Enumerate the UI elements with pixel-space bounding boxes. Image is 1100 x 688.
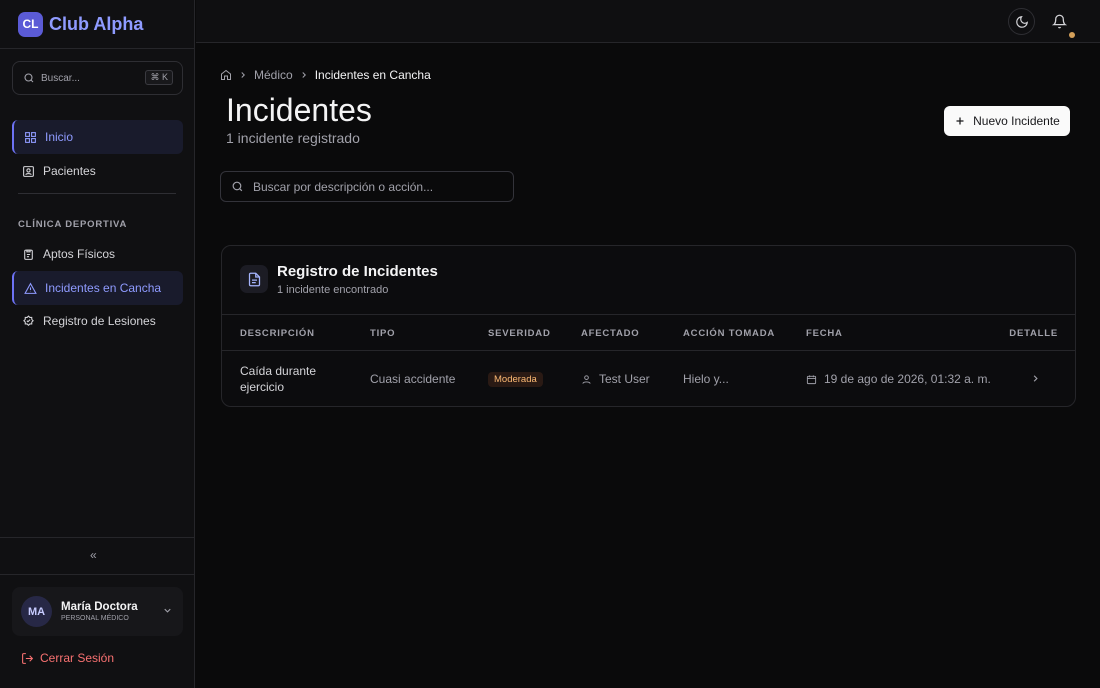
sidebar-search-placeholder: Buscar... [41, 72, 80, 84]
theme-toggle-button[interactable] [1008, 8, 1035, 35]
cell-descripcion-line: Caída durante [240, 364, 317, 378]
brand-name: Club Alpha [49, 13, 144, 34]
alert-triangle-icon [24, 282, 37, 294]
chevron-right-icon [1033, 375, 1038, 382]
breadcrumb-item[interactable]: Médico [254, 68, 293, 82]
topbar [196, 0, 1100, 43]
cell-fecha: 19 de ago de 2026, 01:32 a. m. [806, 372, 991, 386]
user-name: María Doctora [61, 601, 138, 613]
calendar-icon [806, 374, 817, 384]
new-incident-button[interactable]: Nuevo Incidente [944, 106, 1070, 136]
notifications-button[interactable] [1048, 10, 1070, 32]
chevron-right-icon [241, 72, 245, 78]
home-icon[interactable] [220, 69, 232, 81]
user-menu[interactable]: MA María Doctora PERSONAL MÉDICO [12, 587, 183, 636]
card-subtitle: 1 incidente encontrado [277, 284, 389, 296]
search-icon [232, 181, 243, 192]
page-subtitle: 1 incidente registrado [226, 130, 360, 146]
cell-descripcion: Caída durante ejercicio [240, 364, 316, 395]
page-title: Incidentes [226, 92, 372, 128]
sidebar-search[interactable]: Buscar... ⌘ K [12, 61, 183, 95]
incidents-card: Registro de Incidentes 1 incidente encon… [221, 245, 1076, 407]
logout-button[interactable]: Cerrar Sesión [21, 651, 114, 665]
bell-icon [1051, 14, 1067, 28]
sidebar: CL Club Alpha Buscar... ⌘ K Inicio Pacie… [0, 0, 195, 688]
sidebar-item-label: Incidentes en Cancha [45, 281, 162, 295]
chevron-down-icon [164, 608, 171, 613]
cell-descripcion-line: ejercicio [240, 379, 285, 394]
breadcrumb: Médico Incidentes en Cancha [220, 68, 431, 82]
collapse-sidebar-button[interactable]: « [90, 548, 97, 562]
clipboard-icon [24, 249, 33, 260]
logout-icon [22, 652, 34, 664]
column-header: DESCRIPCIÓN [240, 328, 315, 339]
new-incident-label: Nuevo Incidente [973, 114, 1060, 128]
sidebar-item-pacientes[interactable]: Pacientes [12, 154, 183, 188]
badge-icon [23, 314, 34, 326]
sidebar-item-aptos[interactable]: Aptos Físicos [12, 237, 183, 271]
search-placeholder: Buscar por descripción o acción... [253, 179, 434, 194]
table-row[interactable]: Caída durante ejercicio Cuasi accidente … [222, 351, 1075, 406]
sidebar-item-label: Inicio [45, 130, 74, 144]
section-label: CLÍNICA DEPORTIVA [18, 219, 128, 230]
column-header: DETALLE [1009, 328, 1058, 339]
chevron-right-icon [302, 72, 306, 78]
user-icon [582, 374, 591, 384]
column-header: ACCIÓN TOMADA [683, 328, 776, 339]
card-title: Registro de Incidentes [277, 263, 438, 280]
affected-user: Test User [599, 372, 650, 386]
sidebar-item-label: Aptos Físicos [43, 247, 116, 261]
severity-badge: Moderada [488, 372, 543, 387]
nav-divider [18, 193, 176, 194]
plus-icon [956, 117, 964, 125]
grid-icon [25, 131, 36, 143]
notification-dot [1069, 32, 1075, 38]
logout-label: Cerrar Sesión [40, 651, 115, 665]
cell-tipo: Cuasi accidente [370, 372, 456, 386]
breadcrumb-current: Incidentes en Cancha [314, 68, 431, 82]
patient-icon [23, 165, 34, 177]
table-header: DESCRIPCIÓN TIPO SEVERIDAD AFECTADO ACCI… [222, 314, 1075, 351]
cell-accion: Hielo y... [683, 372, 729, 386]
divider [0, 537, 195, 538]
column-header: AFECTADO [581, 328, 640, 339]
incident-search-input[interactable]: Buscar por descripción o acción... [220, 171, 514, 202]
search-shortcut: ⌘ K [145, 70, 173, 85]
document-icon [240, 265, 268, 293]
moon-icon [1015, 15, 1028, 28]
divider [0, 574, 195, 575]
column-header: TIPO [370, 328, 396, 339]
sidebar-item-inicio[interactable]: Inicio [12, 120, 183, 154]
incident-date: 19 de ago de 2026, 01:32 a. m. [824, 372, 991, 386]
column-header: SEVERIDAD [488, 328, 551, 339]
sidebar-item-lesiones[interactable]: Registro de Lesiones [12, 304, 183, 338]
brand-logo: CL [18, 11, 43, 37]
sidebar-item-incidentes[interactable]: Incidentes en Cancha [12, 271, 183, 305]
column-header: FECHA [806, 328, 843, 339]
detail-button[interactable] [1030, 373, 1041, 387]
search-icon [24, 73, 34, 83]
avatar: MA [21, 596, 52, 627]
sidebar-item-label: Registro de Lesiones [43, 314, 156, 328]
cell-afectado: Test User [581, 372, 650, 386]
brand[interactable]: CL Club Alpha [0, 0, 194, 49]
sidebar-item-label: Pacientes [43, 164, 96, 178]
user-role: PERSONAL MÉDICO [61, 615, 129, 622]
